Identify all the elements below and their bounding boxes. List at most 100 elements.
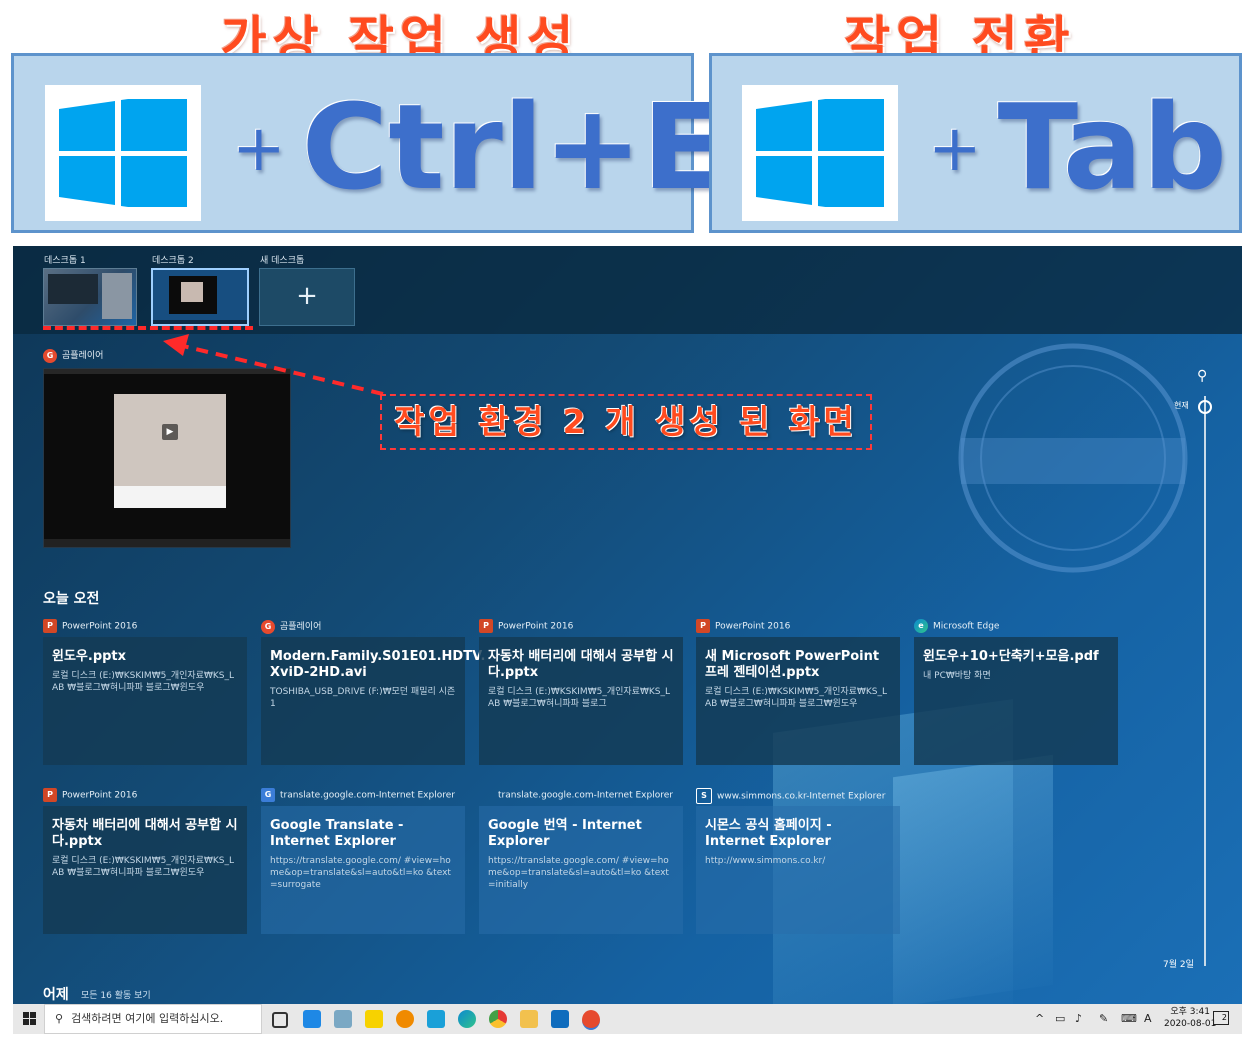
taskbar: ⚲ 검색하려면 여기에 입력하십시오. ^ ▭ ♪ ✎ ⌨ A 오후 3:41 2… — [13, 1004, 1242, 1034]
card-title: 새 Microsoft PowerPoint 프레 젠테이션.pptx — [705, 649, 880, 680]
card-app-name: PowerPoint 2016 — [62, 790, 138, 801]
card-title: Modern.Family.S01E01.HDTV. XviD-2HD.avi — [270, 649, 486, 680]
shortcut-panel-create: + Ctrl+E — [11, 53, 723, 233]
timeline-knob[interactable] — [1198, 400, 1212, 414]
clock-time: 오후 3:41 — [1170, 1007, 1210, 1017]
search-icon: ⚲ — [55, 1012, 64, 1025]
taskbar-clock[interactable]: 오후 3:41 2020-08-01 — [1164, 1006, 1216, 1030]
activity-card[interactable]: 새 Microsoft PowerPoint 프레 젠테이션.pptx 로컬 디… — [696, 637, 900, 765]
app-icon-2[interactable] — [334, 1010, 352, 1028]
battery-icon[interactable]: ▭ — [1055, 1012, 1065, 1025]
card-subtitle: 내 PC₩바탕 화면 — [923, 671, 991, 681]
timeline-now-label: 현재 — [1174, 401, 1189, 410]
taskbar-search-input[interactable]: ⚲ 검색하려면 여기에 입력하십시오. — [44, 1004, 262, 1034]
blank-site-icon — [479, 788, 493, 802]
banner-title-task-switch: 작업 전환 — [844, 11, 1076, 69]
activity-card[interactable]: 윈도우.pptx 로컬 디스크 (E:)₩KSKIM₩5_개인자료₩KS_LAB… — [43, 637, 247, 765]
card-app-label: translate.google.com-Internet Explorer — [479, 788, 673, 802]
notification-count: 2 — [1221, 1013, 1227, 1022]
card-title: 자동차 배터리에 대해서 공부합 시다.pptx — [52, 818, 238, 849]
card-app-name: www.simmons.co.kr-Internet Explorer — [717, 791, 886, 802]
search-placeholder: 검색하려면 여기에 입력하십시오. — [71, 1012, 224, 1025]
card-title: Google Translate - Internet Explorer — [270, 818, 404, 849]
section-title-today: 오늘 오전 — [43, 591, 100, 607]
callout-arrow-icon — [163, 334, 384, 396]
card-title: 자동차 배터리에 대해서 공부합 시다.pptx — [488, 649, 674, 680]
card-title: 윈도우+10+단축키+모음.pdf — [923, 649, 1099, 664]
card-app-name: PowerPoint 2016 — [498, 621, 574, 632]
powerpoint-icon: P — [696, 619, 710, 633]
google-translate-icon: G — [261, 788, 275, 802]
card-subtitle: 로컬 디스크 (E:)₩KSKIM₩5_개인자료₩KS_LAB ₩블로그₩혀니파… — [705, 687, 887, 709]
card-app-label: P PowerPoint 2016 — [43, 619, 137, 633]
powerpoint-icon: P — [43, 619, 57, 633]
bird-app-icon[interactable] — [427, 1010, 445, 1028]
shortcut-key-label: Ctrl+E — [301, 78, 723, 216]
notification-icon[interactable]: 2 — [1213, 1011, 1229, 1025]
view-all-activities-link[interactable]: 모든 16 활동 보기 — [81, 988, 151, 1001]
windows-logo-icon — [742, 85, 898, 221]
card-app-label: Swww.simmons.co.kr-Internet Explorer — [696, 788, 885, 804]
edge-icon[interactable] — [458, 1010, 476, 1028]
watermark-stamp-icon — [958, 343, 1188, 573]
task-view: 데스크톱 1 데스크톱 2 새 데스크톱 + G 곰플레이어 ▶ 작업 환경 2 … — [13, 246, 1242, 1004]
timeline-scrollbar[interactable] — [1204, 396, 1206, 966]
shortcut-key-label: Tab — [997, 78, 1227, 216]
activity-card[interactable]: Google 번역 - Internet Explorer https://tr… — [479, 806, 683, 934]
shortcut-panel-switch: + Tab — [709, 53, 1242, 233]
app-icon-4[interactable] — [396, 1010, 414, 1028]
tray-chevron-up-icon[interactable]: ^ — [1035, 1012, 1044, 1025]
file-explorer-icon[interactable] — [520, 1010, 538, 1028]
outlook-icon[interactable] — [551, 1010, 569, 1028]
start-windows-icon[interactable] — [23, 1012, 36, 1025]
section-title-yesterday: 어제 — [43, 987, 69, 1003]
card-title: Google 번역 - Internet Explorer — [488, 818, 642, 849]
timeline-date-label: 7월 2일 — [1163, 960, 1194, 970]
edge-icon: e — [914, 619, 928, 633]
card-subtitle: 로컬 디스크 (E:)₩KSKIM₩5_개인자료₩KS_LAB ₩블로그₩혀니파… — [488, 687, 670, 709]
card-app-label: Gtranslate.google.com-Internet Explorer — [261, 788, 455, 802]
clock-date: 2020-08-01 — [1164, 1019, 1217, 1029]
powerpoint-icon: P — [479, 619, 493, 633]
card-title: 시몬스 공식 홈페이지 - Internet Explorer — [705, 818, 832, 849]
card-app-label: e Microsoft Edge — [914, 619, 999, 633]
timeline-search-icon[interactable]: ⚲ — [1197, 368, 1207, 384]
card-app-label: G 곰플레이어 — [261, 619, 321, 634]
banner-title-create-desktop: 가상 작업 생성 — [220, 11, 580, 69]
activity-card[interactable]: 시몬스 공식 홈페이지 - Internet Explorer http://w… — [696, 806, 900, 934]
card-app-name: 곰플레이어 — [280, 622, 322, 632]
callout-label: 작업 환경 2 개 생성 된 화면 — [380, 394, 872, 450]
task-view-icon[interactable] — [272, 1012, 288, 1028]
pen-icon[interactable]: ✎ — [1099, 1012, 1108, 1025]
activity-card[interactable]: 윈도우+10+단축키+모음.pdf 내 PC₩바탕 화면 — [914, 637, 1118, 765]
wallpaper-light — [893, 754, 1053, 1004]
activity-card[interactable]: Google Translate - Internet Explorer htt… — [261, 806, 465, 934]
chrome-icon[interactable] — [489, 1010, 507, 1028]
card-subtitle: TOSHIBA_USB_DRIVE (F:)₩모던 패밀리 시즌1 — [270, 687, 456, 709]
card-app-label: P PowerPoint 2016 — [696, 619, 790, 633]
sticky-notes-icon[interactable] — [365, 1010, 383, 1028]
gom-player-icon[interactable] — [582, 1010, 600, 1030]
activity-card[interactable]: 자동차 배터리에 대해서 공부합 시다.pptx 로컬 디스크 (E:)₩KSK… — [479, 637, 683, 765]
shortcut-keys-create: + Ctrl+E — [232, 72, 723, 224]
player-controls — [44, 539, 290, 547]
keyboard-icon[interactable]: ⌨ — [1121, 1012, 1137, 1025]
card-subtitle: http://www.simmons.co.kr/ — [705, 856, 826, 866]
ime-indicator[interactable]: A — [1144, 1012, 1152, 1025]
card-app-name: translate.google.com-Internet Explorer — [498, 790, 673, 801]
ad-banner — [114, 486, 226, 508]
card-app-name: translate.google.com-Internet Explorer — [280, 790, 455, 801]
card-subtitle: 로컬 디스크 (E:)₩KSKIM₩5_개인자료₩KS_LAB ₩블로그₩혀니파… — [52, 671, 234, 693]
activity-card[interactable]: 자동차 배터리에 대해서 공부합 시다.pptx 로컬 디스크 (E:)₩KSK… — [43, 806, 247, 934]
windows-logo-icon — [45, 85, 201, 221]
card-subtitle: 로컬 디스크 (E:)₩KSKIM₩5_개인자료₩KS_LAB ₩블로그₩혀니파… — [52, 856, 234, 878]
card-subtitle: https://translate.google.com/ #view=home… — [270, 856, 451, 890]
card-app-name: Microsoft Edge — [933, 621, 1000, 632]
card-subtitle: https://translate.google.com/ #view=home… — [488, 856, 669, 890]
plus-sign: + — [232, 112, 286, 186]
card-title: 윈도우.pptx — [52, 649, 127, 664]
app-icon-1[interactable] — [303, 1010, 321, 1028]
card-app-label: P PowerPoint 2016 — [479, 619, 573, 633]
volume-icon[interactable]: ♪ — [1075, 1012, 1082, 1025]
activity-card[interactable]: Modern.Family.S01E01.HDTV. XviD-2HD.avi … — [261, 637, 486, 765]
